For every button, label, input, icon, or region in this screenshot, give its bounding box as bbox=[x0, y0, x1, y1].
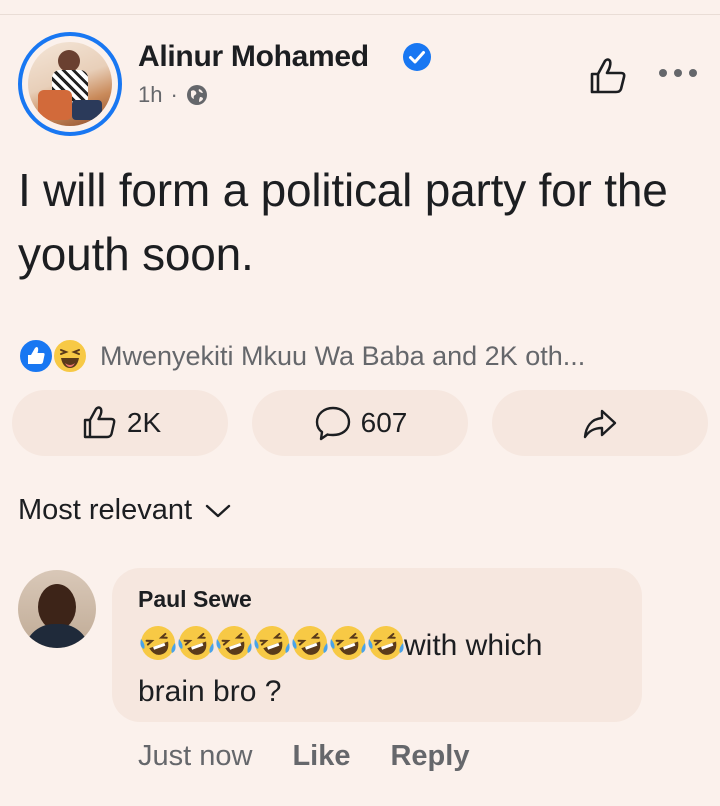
comment-text-tail: with which bbox=[404, 629, 543, 662]
comment-time: Just now bbox=[138, 740, 253, 772]
meta-separator: · bbox=[170, 82, 178, 107]
rolling-laughing-emoji-icon bbox=[254, 626, 290, 660]
share-button[interactable] bbox=[492, 390, 708, 456]
chevron-down-icon bbox=[205, 504, 231, 517]
comment-like-button[interactable]: Like bbox=[292, 740, 350, 773]
haha-reaction-icon bbox=[52, 338, 88, 374]
rolling-laughing-emoji-icon bbox=[140, 626, 176, 660]
comment-author[interactable]: Paul Sewe bbox=[138, 586, 616, 613]
comment-count: 607 bbox=[360, 407, 408, 438]
like-count: 2K bbox=[126, 407, 162, 438]
thumbs-up-icon bbox=[83, 406, 116, 439]
rolling-laughing-emoji-icon bbox=[330, 626, 366, 660]
like-button[interactable]: 2K bbox=[12, 390, 228, 456]
sort-label: Most relevant bbox=[18, 494, 193, 526]
reactions-text: Mwenyekiti Mkuu Wa Baba and 2K oth... bbox=[100, 340, 586, 371]
comment-text: with which brain bro ? bbox=[138, 623, 616, 715]
globe-icon bbox=[186, 85, 207, 105]
verified-icon bbox=[403, 43, 431, 71]
thumbs-up-icon[interactable] bbox=[586, 56, 630, 96]
post-time[interactable]: 1h bbox=[138, 82, 162, 108]
like-reaction-icon bbox=[18, 338, 54, 374]
comment-actions: Just now Like Reply bbox=[138, 740, 469, 773]
more-icon[interactable] bbox=[656, 62, 700, 84]
share-icon bbox=[583, 409, 617, 439]
avatar-photo bbox=[28, 42, 112, 126]
comment-bubble[interactable]: Paul Sewe with which brain bro ? bbox=[112, 568, 642, 722]
rolling-laughing-emoji-icon bbox=[368, 626, 404, 660]
comment-button[interactable]: 607 bbox=[252, 390, 468, 456]
author-name[interactable]: Alinur Mohamed bbox=[138, 40, 369, 74]
rolling-laughing-emoji-icon bbox=[216, 626, 252, 660]
author-avatar[interactable] bbox=[18, 32, 122, 136]
comment-text-line2: brain bro ? bbox=[138, 675, 282, 708]
reactions-summary[interactable]: Mwenyekiti Mkuu Wa Baba and 2K oth... bbox=[18, 338, 585, 374]
post-text: I will form a political party for the yo… bbox=[18, 164, 668, 280]
comment-sort[interactable]: Most relevant bbox=[18, 494, 232, 527]
rolling-laughing-emoji-icon bbox=[292, 626, 328, 660]
divider bbox=[0, 14, 720, 15]
post-meta: 1h · bbox=[138, 82, 208, 108]
commenter-avatar[interactable] bbox=[18, 570, 96, 648]
comment-icon bbox=[315, 406, 350, 441]
comment-reply-button[interactable]: Reply bbox=[390, 740, 469, 773]
rolling-laughing-emoji-icon bbox=[178, 626, 214, 660]
